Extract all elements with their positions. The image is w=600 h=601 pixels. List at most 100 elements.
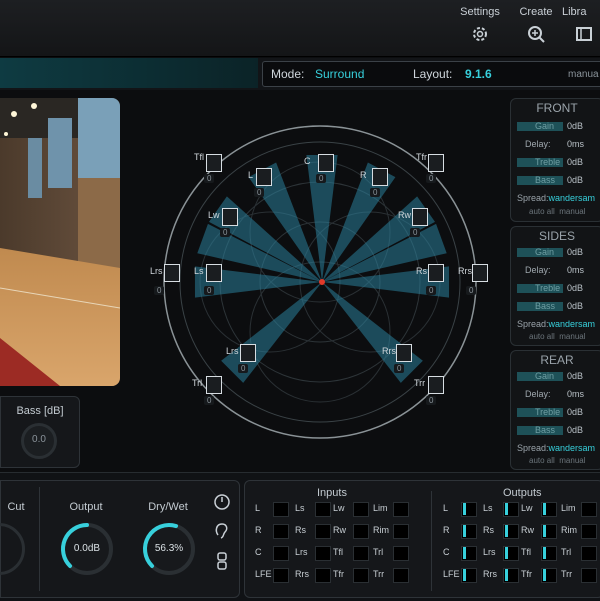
output-channel-meter <box>581 546 597 561</box>
speaker-r-icon[interactable] <box>372 168 388 186</box>
speaker-tfr[interactable]: Tfr <box>416 152 427 162</box>
input-channel-meter <box>315 524 331 539</box>
input-channel-label: Trl <box>373 547 384 557</box>
mode-layout-selector[interactable]: Mode: Surround Layout: 9.1.6 manua <box>262 61 600 87</box>
speaker-rrs[interactable]: Rrs <box>382 346 396 356</box>
level-meter <box>543 547 546 559</box>
level-meter <box>505 503 508 515</box>
front-delay[interactable]: Delay: 0ms <box>517 139 600 150</box>
speaker-l[interactable]: L <box>248 170 253 180</box>
speaker-ls[interactable]: Ls <box>194 266 204 276</box>
sides-bass[interactable]: Bass 0dB <box>517 301 600 312</box>
create-button[interactable]: Create <box>506 6 566 44</box>
speaker-lw-value: 0 <box>220 228 231 237</box>
manual-label[interactable]: manua <box>568 69 599 80</box>
speaker-lw[interactable]: Lw <box>208 210 220 220</box>
speaker-trr-value: 0 <box>426 396 437 405</box>
bass-knob[interactable]: 0.0 <box>21 423 57 459</box>
speaker-lw-icon[interactable] <box>222 208 238 226</box>
rear-spread[interactable]: Spread:wandersam <box>517 443 595 453</box>
level-meter <box>543 569 546 581</box>
input-channel-meter <box>273 502 289 517</box>
output-channel-label: R <box>443 525 450 535</box>
speaker-c-value: 0 <box>316 174 327 183</box>
front-auto[interactable]: auto all manual <box>529 207 586 216</box>
input-channel-label: L <box>255 503 261 513</box>
speaker-rs[interactable]: Rs <box>416 266 427 276</box>
rear-treble[interactable]: Treble 0dB <box>517 407 600 418</box>
bass-control: Bass [dB] 0.0 <box>0 396 80 468</box>
speaker-rw-icon[interactable] <box>412 208 428 226</box>
level-meter <box>463 569 466 581</box>
output-channel-label: Rs <box>483 525 494 535</box>
speaker-tfl-value: 0 <box>204 174 215 183</box>
input-channel-meter <box>353 546 369 561</box>
rear-gain[interactable]: Gain 0dB <box>517 371 600 382</box>
speaker-rrs-far[interactable]: Rrs <box>458 266 472 276</box>
sides-delay[interactable]: Delay: 0ms <box>517 265 600 276</box>
link-icon[interactable] <box>213 551 231 571</box>
speaker-ls-icon[interactable] <box>206 264 222 282</box>
speaker-trr[interactable]: Trr <box>414 378 425 388</box>
level-meter <box>505 569 508 581</box>
rear-auto[interactable]: auto all manual <box>529 456 586 465</box>
settings-button[interactable]: Settings <box>450 6 510 44</box>
search-plus-icon <box>528 26 545 43</box>
speaker-l-icon[interactable] <box>256 168 272 186</box>
mode-label: Mode: <box>271 67 305 81</box>
speaker-tfr-icon[interactable] <box>428 154 444 172</box>
front-bass[interactable]: Bass 0dB <box>517 175 600 186</box>
input-channel-meter <box>315 546 331 561</box>
speaker-tfl[interactable]: Tfl <box>194 152 204 162</box>
speaker-trr-icon[interactable] <box>428 376 444 394</box>
front-treble[interactable]: Treble 0dB <box>517 157 600 168</box>
sides-gain[interactable]: Gain 0dB <box>517 247 600 258</box>
input-channel-meter <box>273 546 289 561</box>
speaker-rrs-icon[interactable] <box>396 344 412 362</box>
level-meter <box>463 547 466 559</box>
input-channel-meter <box>393 568 409 583</box>
output-channel-label: Rrs <box>483 569 497 579</box>
sides-panel: SIDES Gain 0dB Delay: 0ms Treble 0dB Bass 0d… <box>510 226 600 346</box>
speaker-c[interactable]: C <box>304 156 311 166</box>
sides-auto[interactable]: auto all manual <box>529 332 586 341</box>
speaker-lrs-far[interactable]: Lrs <box>150 266 163 276</box>
speaker-trl-icon[interactable] <box>206 376 222 394</box>
input-channel-label: C <box>255 547 262 557</box>
speaker-lrs-far-icon[interactable] <box>164 264 180 282</box>
surround-panner[interactable]: Tfl 0 C 0 Tfr 0 L 0 R 0 Lw 0 Rw 0 Lrs 0 … <box>150 100 490 460</box>
gear-icon <box>473 27 487 41</box>
rear-delay[interactable]: Delay: 0ms <box>517 389 600 400</box>
speaker-rrs-far-icon[interactable] <box>472 264 488 282</box>
rear-title: REAR <box>540 353 574 367</box>
speaker-rw[interactable]: Rw <box>398 210 411 220</box>
sides-spread[interactable]: Spread:wandersam <box>517 319 595 329</box>
speaker-tfl-icon[interactable] <box>206 154 222 172</box>
listener-position[interactable] <box>319 279 325 285</box>
speaker-rrs-value: 0 <box>394 364 405 373</box>
drywet-value: 56.3% <box>154 543 184 554</box>
layout-value[interactable]: 9.1.6 <box>465 67 492 81</box>
speaker-rs-icon[interactable] <box>428 264 444 282</box>
cut-knob[interactable] <box>0 523 25 575</box>
input-channel-label: Trr <box>373 569 385 579</box>
library-button[interactable]: Libra <box>562 6 600 44</box>
input-channel-label: Lrs <box>295 547 308 557</box>
create-label: Create <box>519 6 553 18</box>
ear-icon[interactable] <box>213 521 231 541</box>
speaker-c-icon[interactable] <box>318 154 334 172</box>
speaker-lrs-icon[interactable] <box>240 344 256 362</box>
speaker-lrs[interactable]: Lrs <box>226 346 239 356</box>
clock-icon[interactable] <box>213 493 231 511</box>
rear-bass[interactable]: Bass 0dB <box>517 425 600 436</box>
mode-value[interactable]: Surround <box>315 67 364 81</box>
front-panel: FRONT Gain 0dB Delay: 0ms Treble 0dB Bass 0d… <box>510 98 600 222</box>
front-gain[interactable]: Gain 0dB <box>517 121 600 132</box>
speaker-r[interactable]: R <box>360 170 367 180</box>
front-spread[interactable]: Spread:wandersam <box>517 193 595 203</box>
level-meter <box>505 547 508 559</box>
sides-treble[interactable]: Treble 0dB <box>517 283 600 294</box>
speaker-trl[interactable]: Trl <box>192 378 202 388</box>
bass-label: Bass [dB] <box>16 405 64 417</box>
input-channel-meter <box>393 502 409 517</box>
